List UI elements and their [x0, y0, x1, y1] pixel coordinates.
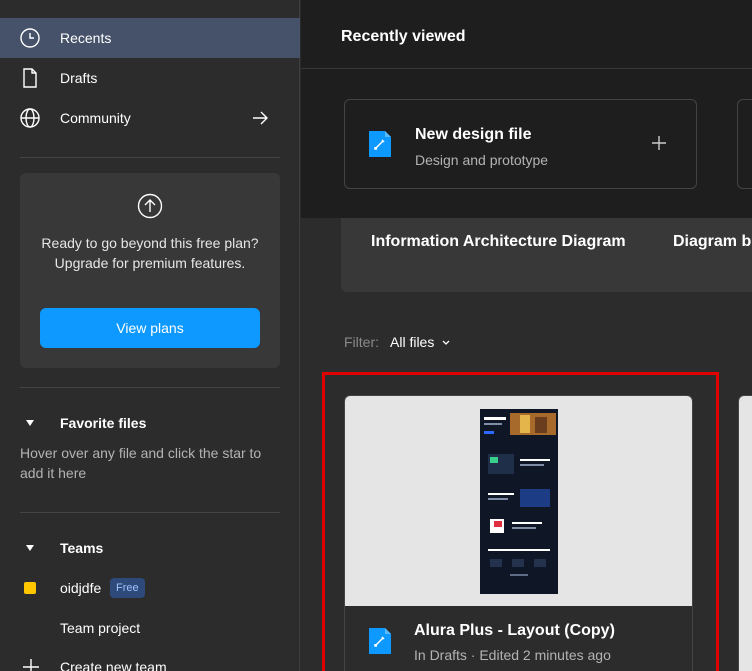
favorites-hint: Hover over any file and click the star t…: [20, 445, 262, 481]
upgrade-message: Ready to go beyond this free plan? Upgra…: [41, 235, 259, 271]
upgrade-card: Ready to go beyond this free plan? Upgra…: [20, 173, 280, 368]
team-name: oidjdfe: [60, 580, 102, 596]
filter-label: Filter:: [344, 334, 379, 350]
sidebar: Recents Drafts Community Ready to go bey…: [0, 0, 300, 671]
plus-icon: [23, 659, 39, 671]
caret-down-icon: [26, 545, 34, 551]
arrow-right-icon: [253, 111, 268, 125]
team-color-swatch: [24, 582, 36, 594]
team-project-label: Team project: [60, 620, 141, 636]
sidebar-divider: [20, 157, 280, 158]
sidebar-item-label: Recents: [60, 30, 112, 46]
chevron-down-icon: [442, 340, 450, 345]
figma-home-window: Recents Drafts Community Ready to go bey…: [0, 0, 752, 671]
globe-icon: [20, 108, 40, 128]
new-design-file-button[interactable]: New design file Design and prototype: [344, 99, 697, 189]
teams-section-toggle[interactable]: Teams: [0, 533, 300, 563]
new-file-title: New design file: [415, 126, 532, 143]
figma-design-file-icon: [369, 131, 391, 157]
create-new-team-button[interactable]: Create new team: [0, 652, 300, 671]
team-project-item[interactable]: Team project: [0, 613, 300, 643]
view-plans-button[interactable]: View plans: [40, 308, 260, 348]
clock-icon: [20, 28, 40, 48]
sidebar-item-label: Community: [60, 110, 131, 126]
favorite-files-section-toggle[interactable]: Favorite files: [0, 408, 300, 438]
templates-strip: [341, 218, 752, 292]
sidebar-item-label: Drafts: [60, 70, 98, 86]
team-item[interactable]: oidjdfe Free: [0, 573, 300, 603]
selection-highlight: [322, 372, 719, 671]
section-title: Teams: [60, 540, 104, 556]
file-icon: [23, 68, 37, 88]
plan-badge: Free: [110, 578, 145, 598]
sidebar-divider: [20, 512, 280, 513]
template-card-title[interactable]: Diagram b: [673, 233, 751, 251]
section-title: Favorite files: [60, 415, 147, 431]
create-team-label: Create new team: [60, 659, 167, 671]
sidebar-item-recents[interactable]: Recents: [0, 18, 300, 58]
header-divider: [301, 68, 752, 69]
arrow-up-circle-icon: [137, 193, 163, 219]
new-file-subtitle: Design and prototype: [415, 152, 549, 168]
caret-down-icon: [26, 420, 34, 426]
plus-icon: [652, 136, 666, 150]
sidebar-item-drafts[interactable]: Drafts: [0, 58, 300, 98]
page-title: Recently viewed: [341, 28, 466, 45]
template-card-title[interactable]: Information Architecture Diagram: [371, 233, 626, 251]
next-new-file-card[interactable]: [737, 99, 752, 189]
sidebar-divider: [20, 387, 280, 388]
next-file-card[interactable]: [738, 395, 752, 671]
sidebar-item-community[interactable]: Community: [0, 98, 300, 138]
filter-dropdown[interactable]: All files: [390, 334, 434, 350]
